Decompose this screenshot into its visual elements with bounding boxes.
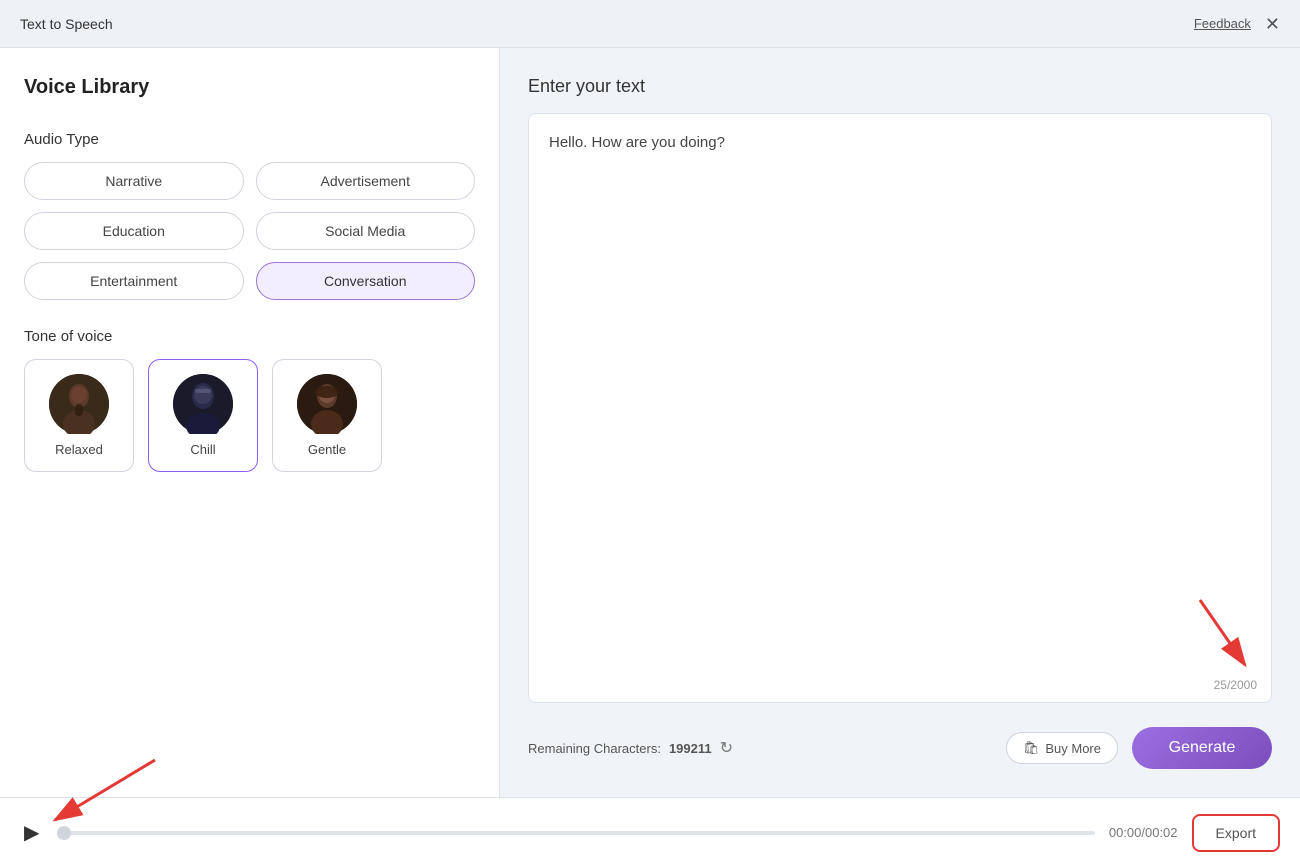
remaining-value: 199211 (669, 741, 712, 756)
remaining-label: Remaining Characters: (528, 741, 661, 756)
tone-grid: Relaxed Chill (24, 359, 475, 472)
tone-gentle[interactable]: Gentle (272, 359, 382, 472)
player-bar: ▶ 00:00/00:02 Export (0, 797, 1300, 867)
char-count: 25/2000 (1214, 678, 1257, 692)
tone-chill-avatar (173, 374, 233, 434)
main-content: Voice Library Audio Type Narrative Adver… (0, 48, 1300, 797)
buy-more-label: Buy More (1045, 741, 1101, 756)
tone-section: Tone of voice (24, 328, 475, 472)
tone-label: Tone of voice (24, 328, 475, 345)
audio-type-narrative[interactable]: Narrative (24, 162, 244, 200)
tone-relaxed-label: Relaxed (55, 442, 103, 457)
text-area-wrapper: Hello. How are you doing? 25/2000 (528, 113, 1272, 703)
close-button[interactable]: ✕ (1265, 15, 1280, 33)
left-panel: Voice Library Audio Type Narrative Adver… (0, 48, 500, 797)
tone-relaxed-avatar (49, 374, 109, 434)
text-input[interactable]: Hello. How are you doing? (529, 114, 1271, 702)
title-bar-actions: Feedback ✕ (1194, 15, 1280, 33)
tone-chill[interactable]: Chill (148, 359, 258, 472)
audio-type-education[interactable]: Education (24, 212, 244, 250)
progress-track[interactable] (57, 831, 1094, 835)
tone-relaxed[interactable]: Relaxed (24, 359, 134, 472)
right-bottom-bar: Remaining Characters: 199211 ↻ 🛍 Buy Mor… (528, 719, 1272, 777)
buy-more-button[interactable]: 🛍 Buy More (1006, 732, 1118, 764)
export-button[interactable]: Export (1192, 814, 1280, 852)
app-title: Text to Speech (20, 16, 113, 32)
play-button[interactable]: ▶ (20, 816, 43, 849)
audio-type-section: Audio Type Narrative Advertisement Educa… (24, 131, 475, 300)
title-bar: Text to Speech Feedback ✕ (0, 0, 1300, 48)
generate-button[interactable]: Generate (1132, 727, 1272, 769)
audio-type-label: Audio Type (24, 131, 475, 148)
right-panel: Enter your text Hello. How are you doing… (500, 48, 1300, 797)
audio-type-conversation[interactable]: Conversation (256, 262, 476, 300)
tone-gentle-avatar (297, 374, 357, 434)
audio-type-entertainment[interactable]: Entertainment (24, 262, 244, 300)
time-display: 00:00/00:02 (1109, 825, 1178, 840)
audio-type-advertisement[interactable]: Advertisement (256, 162, 476, 200)
buy-more-icon: 🛍 (1023, 740, 1040, 756)
audio-type-social-media[interactable]: Social Media (256, 212, 476, 250)
remaining-chars: Remaining Characters: 199211 ↻ (528, 738, 733, 758)
voice-library-title: Voice Library (24, 76, 475, 99)
progress-thumb (57, 826, 71, 840)
tone-gentle-label: Gentle (308, 442, 346, 457)
enter-text-title: Enter your text (528, 76, 1272, 97)
refresh-icon[interactable]: ↻ (720, 738, 733, 758)
feedback-link[interactable]: Feedback (1194, 16, 1251, 31)
tone-chill-label: Chill (190, 442, 215, 457)
right-actions: 🛍 Buy More Generate (1006, 727, 1272, 769)
audio-type-grid: Narrative Advertisement Education Social… (24, 162, 475, 300)
